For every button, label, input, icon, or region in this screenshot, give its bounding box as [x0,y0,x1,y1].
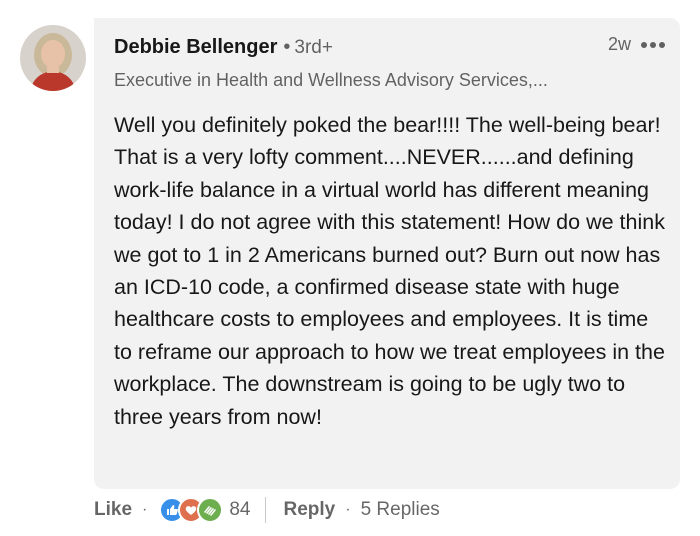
comment-body: Well you definitely poked the bear!!!! T… [114,113,665,429]
like-button[interactable]: Like [94,499,132,521]
reactions-summary[interactable]: 84 [159,497,251,523]
comment-author-line: Debbie Bellenger • 3rd+ [114,36,333,59]
support-icon [197,497,224,523]
separator-dot: · [345,501,351,518]
divider [264,497,266,523]
reply-button[interactable]: Reply [284,499,336,521]
author-name[interactable]: Debbie Bellenger [114,36,277,58]
view-replies-link[interactable]: 5 Replies [361,499,440,521]
reaction-count: 84 [229,499,251,520]
comment-actions: Like · 84 Reply · 5 Replies [94,494,654,526]
comment-bubble: Debbie Bellenger • 3rd+ Executive in Healt… [94,18,680,489]
author-headline: Executive in Health and Wellness Advisor… [114,70,548,90]
connection-degree: 3rd+ [294,37,333,58]
comment-timestamp: 2w [608,34,632,54]
separator-dot: · [142,501,148,518]
separator-dot: • [283,36,291,58]
avatar[interactable] [20,25,86,91]
more-options-icon[interactable] [640,41,666,49]
